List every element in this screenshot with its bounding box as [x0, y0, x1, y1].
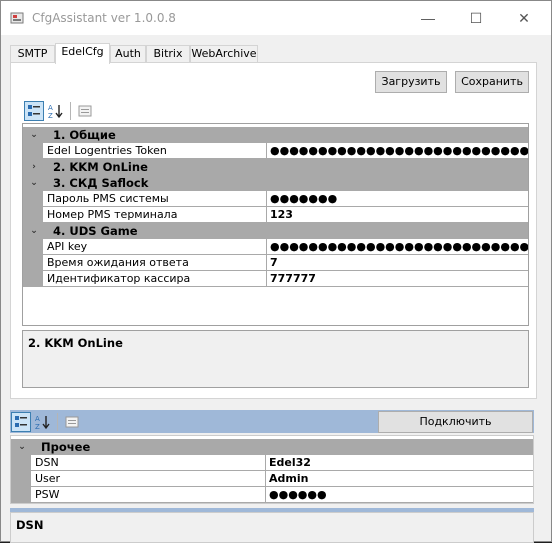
- categorized-view-button[interactable]: [24, 101, 44, 121]
- tab-auth[interactable]: Auth: [110, 45, 146, 63]
- property-name[interactable]: Пароль PMS системы: [43, 191, 267, 207]
- toolbar-separator: [70, 102, 71, 120]
- property-row[interactable]: DSN Edel32: [11, 455, 533, 471]
- row-gutter: [11, 487, 31, 503]
- property-grid-toolbar: A Z: [24, 100, 97, 122]
- row-gutter: [23, 207, 43, 223]
- property-value[interactable]: ●●●●●●●●●●●●●●●●●●●●●●●●●●●●●●●●●●●●●: [267, 143, 528, 159]
- property-grid-connection: ⌄ Прочее DSN Edel32 User Admin PSW ●●●●●●: [10, 435, 534, 504]
- property-value[interactable]: 7: [267, 255, 528, 271]
- close-icon: ✕: [518, 9, 530, 26]
- property-pages-icon: [65, 416, 79, 428]
- category-label: 3. СКД Saflock: [53, 176, 149, 190]
- bottom-help-title: DSN: [16, 518, 44, 532]
- property-name[interactable]: Edel Logentries Token: [43, 143, 267, 159]
- property-value[interactable]: 777777: [267, 271, 528, 287]
- categorized-icon: [15, 416, 27, 427]
- category-row[interactable]: ⌄ 4. UDS Game: [23, 223, 528, 239]
- svg-text:A: A: [35, 415, 40, 423]
- property-grid-edelcfg: ⌄ 1. Общие Edel Logentries Token ●●●●●●●●●●…: [22, 123, 529, 326]
- property-value[interactable]: Admin: [266, 471, 533, 487]
- property-row[interactable]: Edel Logentries Token ●●●●●●●●●●●●●●●●●●●…: [23, 143, 528, 159]
- row-gutter: [23, 143, 43, 159]
- property-row[interactable]: Пароль PMS системы ●●●●●●●: [23, 191, 528, 207]
- property-name[interactable]: Номер PMS терминала: [43, 207, 267, 223]
- property-row[interactable]: Время ожидания ответа 7: [23, 255, 528, 271]
- app-window: CfgAssistant ver 1.0.0.8 — ☐ ✕ SMTP Edel…: [0, 0, 552, 543]
- property-pages-icon: [78, 105, 92, 117]
- sort-az-icon: A Z: [35, 415, 50, 430]
- minimize-button[interactable]: —: [405, 1, 451, 35]
- row-gutter: [11, 471, 31, 487]
- row-gutter: [23, 271, 43, 287]
- property-row[interactable]: Номер PMS терминала 123: [23, 207, 528, 223]
- connect-button[interactable]: Подключить: [378, 411, 533, 433]
- collapse-chevron-icon[interactable]: ⌄: [27, 175, 41, 191]
- row-gutter: [23, 255, 43, 271]
- row-gutter: [23, 239, 43, 255]
- maximize-button[interactable]: ☐: [453, 1, 499, 35]
- svg-text:A: A: [48, 104, 53, 112]
- categorized-icon: [28, 105, 40, 116]
- bottom-help-pane: DSN: [10, 512, 534, 543]
- property-value[interactable]: ●●●●●●: [266, 487, 533, 503]
- category-row[interactable]: ⌄ Прочее: [11, 439, 533, 455]
- property-row[interactable]: API key●●●●●●●●●●●●●●●●●●●●●●●●●●●●●●●●●…: [23, 239, 528, 255]
- property-row[interactable]: User Admin: [11, 471, 533, 487]
- save-button[interactable]: Сохранить: [455, 71, 529, 93]
- property-value[interactable]: ●●●●●●●: [267, 191, 528, 207]
- svg-text:Z: Z: [48, 112, 53, 119]
- load-button[interactable]: Загрузить: [375, 71, 447, 93]
- bottom-property-grid-toolbar: A Z: [11, 411, 84, 433]
- sort-az-icon: A Z: [48, 104, 63, 119]
- property-row[interactable]: Идентификатор кассира 777777: [23, 271, 528, 287]
- app-icon: [10, 12, 24, 24]
- tab-webarchive[interactable]: WebArchive: [190, 45, 258, 63]
- maximize-icon: ☐: [469, 9, 483, 26]
- property-pages-button-bottom[interactable]: [62, 412, 82, 432]
- help-title: 2. KKM OnLine: [28, 336, 123, 350]
- category-label: 2. KKM OnLine: [53, 160, 148, 174]
- alphabetical-view-button-bottom[interactable]: A Z: [33, 412, 53, 432]
- category-label: 1. Общие: [53, 128, 116, 142]
- category-row[interactable]: › 2. KKM OnLine: [23, 159, 528, 175]
- property-name[interactable]: API key: [43, 239, 267, 255]
- window-title: CfgAssistant ver 1.0.0.8: [32, 11, 176, 25]
- row-gutter: [11, 455, 31, 471]
- minimize-icon: —: [421, 10, 435, 26]
- alphabetical-view-button[interactable]: A Z: [46, 101, 66, 121]
- property-name[interactable]: Время ожидания ответа: [43, 255, 267, 271]
- property-name[interactable]: Идентификатор кассира: [43, 271, 267, 287]
- collapse-chevron-icon[interactable]: ⌄: [27, 223, 41, 239]
- property-value[interactable]: Edel32: [266, 455, 533, 471]
- property-row[interactable]: PSW ●●●●●●: [11, 487, 533, 503]
- tab-bitrix[interactable]: Bitrix: [146, 45, 190, 63]
- property-name[interactable]: PSW: [31, 487, 266, 503]
- property-value[interactable]: 123: [267, 207, 528, 223]
- property-name[interactable]: User: [31, 471, 266, 487]
- categorized-view-button-bottom[interactable]: [11, 412, 31, 432]
- property-name[interactable]: DSN: [31, 455, 266, 471]
- category-label: Прочее: [41, 440, 91, 454]
- collapse-chevron-icon[interactable]: ⌄: [27, 127, 41, 143]
- tab-smtp[interactable]: SMTP: [10, 45, 55, 63]
- category-row[interactable]: ⌄ 3. СКД Saflock: [23, 175, 528, 191]
- category-row[interactable]: ⌄ 1. Общие: [23, 127, 528, 143]
- expand-chevron-icon[interactable]: ›: [27, 159, 41, 175]
- tab-edelcfg[interactable]: EdelCfg: [55, 43, 110, 64]
- collapse-chevron-icon[interactable]: ⌄: [15, 439, 29, 455]
- toolbar-separator: [57, 413, 58, 431]
- property-value[interactable]: ●●●●●●●●●●●●●●●●●●●●●●●●●●●●●●●●●●●●●: [267, 239, 528, 255]
- row-gutter: [23, 191, 43, 207]
- close-button[interactable]: ✕: [501, 1, 547, 35]
- bottom-toolbar: A Z Подключить: [10, 410, 534, 433]
- property-pages-button[interactable]: [75, 101, 95, 121]
- help-pane: 2. KKM OnLine: [22, 330, 529, 388]
- category-label: 4. UDS Game: [53, 224, 138, 238]
- tab-page-edelcfg: Загрузить Сохранить A Z ⌄ 1. Общие Edel …: [10, 62, 537, 399]
- svg-text:Z: Z: [35, 423, 40, 430]
- title-bar[interactable]: CfgAssistant ver 1.0.0.8 — ☐ ✕: [1, 1, 551, 35]
